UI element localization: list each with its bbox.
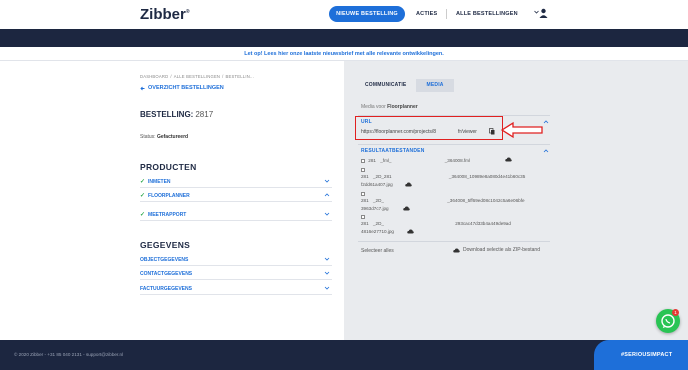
breadcrumb-separator: / <box>170 74 172 79</box>
file-checkbox[interactable] <box>361 158 365 163</box>
accordion-contactgegevens[interactable]: CONTACTGEGEVENS <box>140 268 332 280</box>
download-zip-link[interactable]: Download selectie als ZIP-bestand <box>453 247 540 253</box>
file-name: 281 _2D_281 _364008_10989e8a080d4e41b60c… <box>361 174 526 179</box>
products-heading: PRODUCTEN <box>140 162 197 172</box>
footer-contact: © 2020 Zibber - +31 85 040 2131 - suppor… <box>14 352 124 357</box>
accordion-objectgegevens[interactable]: OBJECTGEGEVENS <box>140 254 332 266</box>
file-item[interactable]: 281 _fml_ _364008.fml <box>361 158 470 163</box>
file-item[interactable] <box>361 191 365 196</box>
nav-divider <box>446 9 447 19</box>
check-icon: ✓ <box>140 179 146 185</box>
file-checkbox[interactable] <box>361 167 365 172</box>
divider <box>358 241 550 242</box>
zibber-logo[interactable]: Zibber® <box>140 6 190 23</box>
highlight-box <box>355 116 503 140</box>
check-icon: ✓ <box>140 212 146 218</box>
file-checkbox[interactable] <box>361 214 365 219</box>
cloud-download-icon[interactable] <box>405 182 412 187</box>
cloud-download-icon <box>453 247 460 252</box>
new-order-button[interactable]: NIEUWE BESTELLING <box>329 6 405 22</box>
chevron-down-icon <box>324 257 330 261</box>
chevron-down-icon <box>324 179 330 183</box>
accordion-floorplanner[interactable]: ✓ FLOORPLANNER <box>140 190 332 202</box>
accordion-meetrapport[interactable]: ✓ MEETRAPPORT <box>140 209 332 221</box>
file-name-cont: 4816e27710.jpg <box>361 229 394 234</box>
tab-media[interactable]: MEDIA <box>416 79 454 92</box>
breadcrumb-dashboard[interactable]: DASHBOARD <box>140 74 168 79</box>
media-for-label: Media voor Floorplanner <box>361 104 418 110</box>
accordion-factuurgegevens[interactable]: FACTUURGEGEVENS <box>140 283 332 295</box>
order-number: 2817 <box>195 110 214 119</box>
breadcrumb-separator: / <box>222 74 224 79</box>
order-status: Status: Gefactureerd <box>140 134 189 140</box>
file-name-cont: f2dd61a407.jpg <box>361 182 393 187</box>
actions-link[interactable]: ACTIES <box>416 11 437 17</box>
chevron-up-icon[interactable] <box>543 148 549 154</box>
newsletter-notice[interactable]: Let op! Lees hier onze laatste nieuwsbri… <box>0 47 688 61</box>
chevron-down-icon <box>324 271 330 275</box>
hero-band <box>0 29 688 47</box>
chevron-down-icon <box>324 286 330 290</box>
file-item[interactable] <box>361 167 365 172</box>
file-name: 281 _2D_ 293cac47d33b4a449de9ad <box>361 221 511 226</box>
breadcrumb: DASHBOARD / ALLE BESTELLINGEN / BESTELLIN... <box>140 74 256 79</box>
status-value: Gefactureerd <box>156 134 189 140</box>
tab-communicatie[interactable]: COMMUNICATIE <box>355 79 416 92</box>
user-menu-icon[interactable] <box>534 8 548 18</box>
order-title: BESTELLING: 2817 <box>140 110 214 119</box>
check-icon: ✓ <box>140 193 146 199</box>
divider <box>358 144 550 145</box>
chevron-down-icon <box>324 212 330 216</box>
cloud-download-icon[interactable] <box>407 229 414 234</box>
serious-impact-badge[interactable]: #SERIOUSIMPACT <box>594 340 688 370</box>
file-item[interactable] <box>361 214 365 219</box>
breadcrumb-current: BESTELLIN... <box>225 74 255 79</box>
cloud-download-icon[interactable] <box>403 206 410 211</box>
file-checkbox[interactable] <box>361 191 365 196</box>
chevron-up-icon <box>324 193 330 197</box>
notification-badge: 1 <box>672 309 679 316</box>
all-orders-link[interactable]: ALLE BESTELLINGEN <box>456 11 518 17</box>
select-all-link[interactable]: Selecteer alles <box>361 248 394 254</box>
arrow-left-icon <box>140 86 145 90</box>
overview-orders-link[interactable]: OVERZICHT BESTELLINGEN <box>140 85 224 91</box>
cloud-download-icon[interactable] <box>505 157 512 162</box>
accordion-inmeten[interactable]: ✓ INMETEN <box>140 176 332 188</box>
annotation-arrow-icon <box>500 121 543 139</box>
breadcrumb-all-orders[interactable]: ALLE BESTELLINGEN <box>174 74 220 79</box>
tab-bar: COMMUNICATIE MEDIA <box>355 79 454 92</box>
details-heading: GEGEVENS <box>140 240 191 250</box>
file-name: 281 _2D_ _364008_5ff69ed08c1042c5a6e06bf… <box>361 198 525 203</box>
results-heading[interactable]: RESULTAATBESTANDEN <box>361 148 425 154</box>
file-name-cont: 3963d7c7.jpg <box>361 206 389 211</box>
